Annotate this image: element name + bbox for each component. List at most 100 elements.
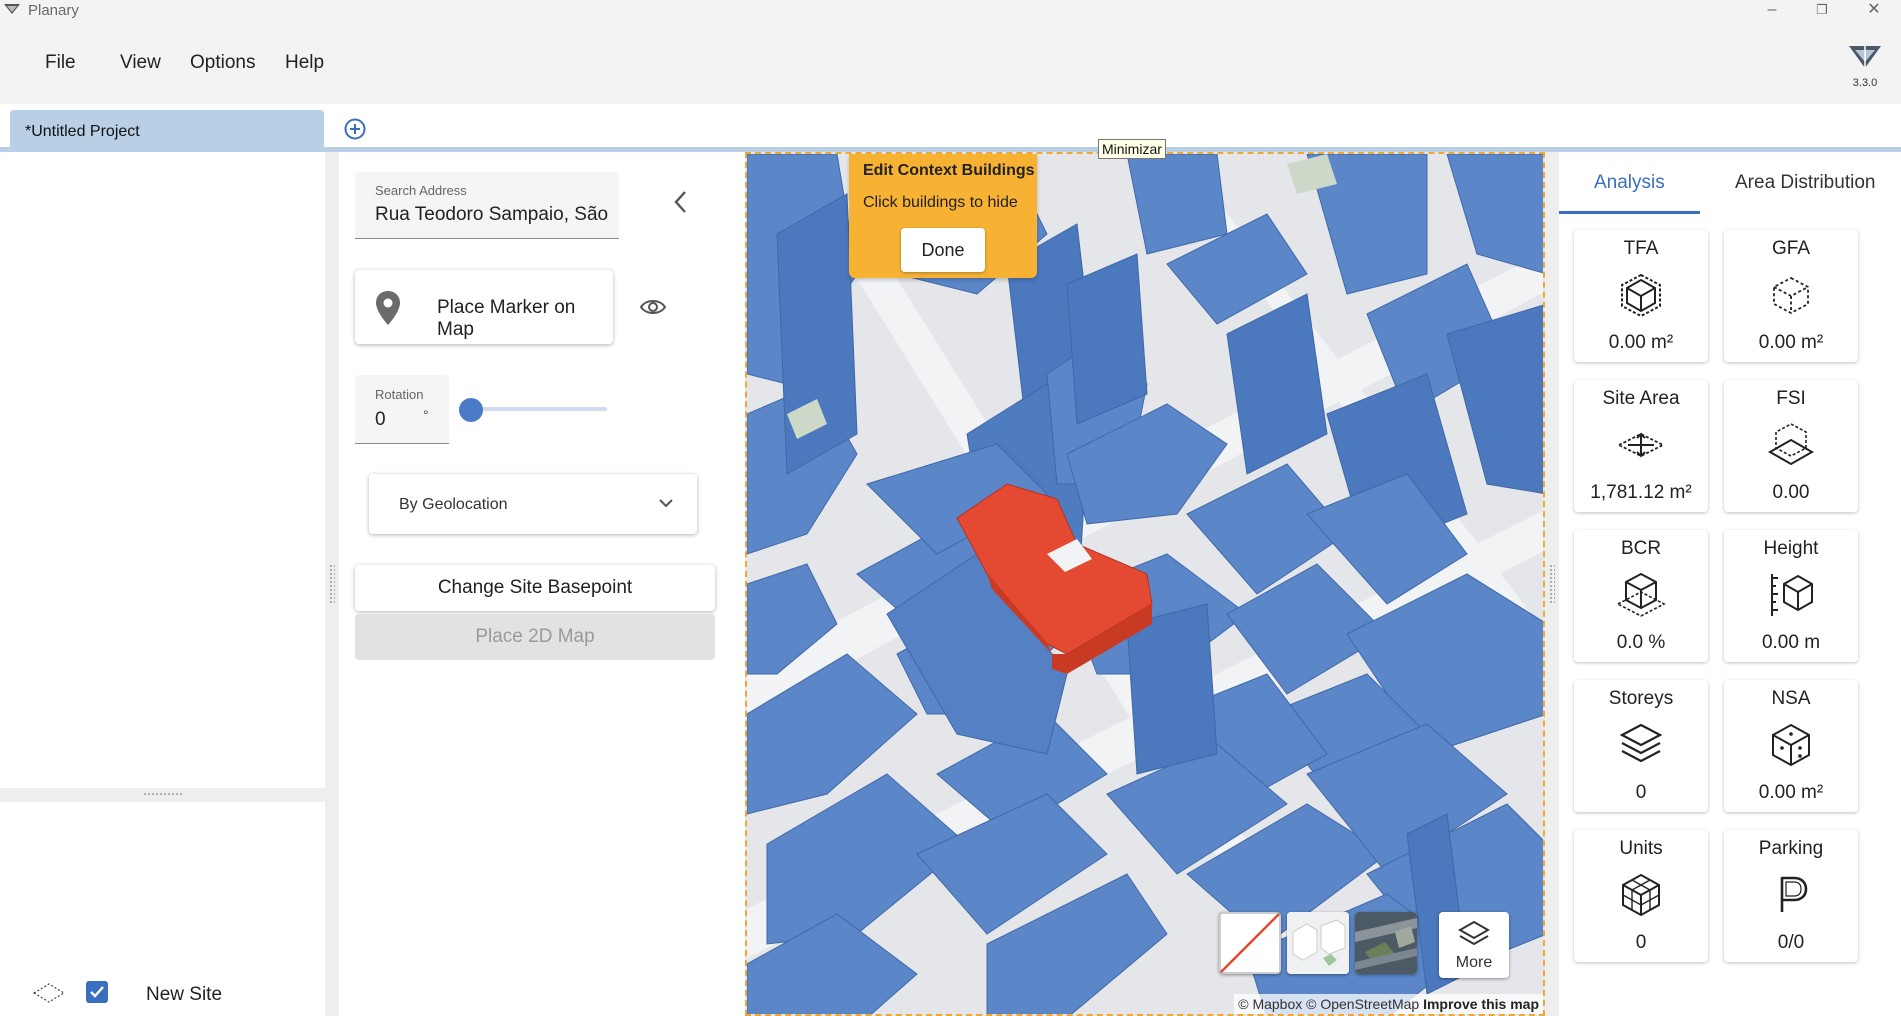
collapse-panel-icon[interactable] bbox=[669, 188, 693, 216]
minimize-button[interactable]: – bbox=[1749, 0, 1795, 22]
layers-icon bbox=[1457, 920, 1491, 946]
rotation-slider-thumb[interactable] bbox=[459, 398, 483, 422]
vertical-splitter-left[interactable] bbox=[325, 152, 339, 1016]
search-address-input[interactable]: Rua Teodoro Sampaio, São bbox=[375, 204, 611, 226]
menu-bar: File View Options Help 3.3.0 bbox=[0, 22, 1901, 104]
done-button[interactable]: Done bbox=[901, 228, 985, 272]
parking-icon bbox=[1780, 876, 1808, 912]
menu-help[interactable]: Help bbox=[285, 52, 324, 74]
place-2d-map-button[interactable]: Place 2D Map bbox=[355, 614, 715, 660]
tab-area-distribution[interactable]: Area Distribution bbox=[1735, 172, 1875, 194]
fsi-cube-icon bbox=[1767, 423, 1815, 466]
menu-options[interactable]: Options bbox=[190, 52, 255, 74]
app-logo-icon bbox=[4, 4, 20, 14]
metric-value: 1,781.12 m² bbox=[1590, 482, 1692, 503]
metric-card-fsi: FSI 0.00 bbox=[1724, 380, 1858, 512]
rotation-slider-track[interactable] bbox=[469, 407, 607, 411]
edit-panel-hint: Click buildings to hide bbox=[863, 194, 1018, 211]
no-layer-icon bbox=[1219, 912, 1281, 974]
version-badge: 3.3.0 bbox=[1847, 42, 1883, 89]
close-button[interactable]: ✕ bbox=[1851, 0, 1897, 22]
map-viewport[interactable]: Edit Context Buildings Click buildings t… bbox=[745, 152, 1545, 1016]
site-controls-panel: Search Address Rua Teodoro Sampaio, São … bbox=[339, 152, 745, 1016]
metric-title: NSA bbox=[1771, 688, 1811, 709]
analysis-panel: Analysis Area Distribution TFA 0.00 m² G… bbox=[1559, 152, 1901, 1016]
bcr-cube-icon bbox=[1616, 572, 1666, 617]
nsa-cube-icon bbox=[1772, 723, 1810, 767]
layer-3d-button[interactable] bbox=[1287, 912, 1349, 974]
tab-bar: *Untitled Project bbox=[0, 104, 1901, 153]
planary-logo-icon bbox=[1849, 46, 1881, 68]
restore-button[interactable]: ❐ bbox=[1799, 0, 1845, 22]
metric-card-units: Units 0 bbox=[1574, 830, 1708, 962]
metric-card-height: Height 0.00 m bbox=[1724, 530, 1858, 662]
tab-analysis[interactable]: Analysis bbox=[1594, 172, 1665, 194]
vertical-splitter-right[interactable] bbox=[1545, 152, 1559, 1016]
metric-title: Height bbox=[1763, 538, 1819, 559]
metric-value: 0.00 m² bbox=[1758, 782, 1824, 803]
change-site-basepoint-button[interactable]: Change Site Basepoint bbox=[355, 565, 715, 611]
attribution-text: © Mapbox © OpenStreetMap bbox=[1238, 996, 1420, 1012]
cube-icon bbox=[1621, 273, 1661, 318]
metric-value: 0.00 m² bbox=[1608, 332, 1674, 353]
rotation-unit: ° bbox=[423, 407, 429, 423]
metric-title: FSI bbox=[1776, 388, 1806, 409]
tab-untitled-project[interactable]: *Untitled Project bbox=[10, 110, 324, 153]
improve-map-link[interactable]: Improve this map bbox=[1423, 996, 1539, 1012]
layer-satellite-button[interactable] bbox=[1355, 912, 1417, 974]
horizontal-splitter[interactable] bbox=[0, 788, 325, 802]
metric-value: 0 bbox=[1635, 782, 1647, 803]
menu-file[interactable]: File bbox=[45, 52, 76, 74]
rotation-input[interactable]: 0 bbox=[375, 409, 386, 431]
edit-context-buildings-panel: Edit Context Buildings Click buildings t… bbox=[849, 154, 1037, 278]
site-label: New Site bbox=[146, 984, 223, 1005]
eye-icon[interactable] bbox=[639, 296, 667, 318]
metric-title: Site Area bbox=[1602, 388, 1680, 409]
place-marker-label: Place Marker on Map bbox=[437, 297, 576, 340]
site-list-item[interactable]: New Site bbox=[0, 972, 325, 1016]
metric-title: BCR bbox=[1620, 538, 1662, 559]
rotation-field[interactable]: Rotation 0 ° bbox=[355, 375, 449, 444]
layer-none-button[interactable] bbox=[1219, 912, 1281, 974]
place-marker-button[interactable]: Place Marker on Map bbox=[355, 270, 613, 344]
splitter-grip-icon bbox=[1549, 564, 1555, 604]
checkmark-icon bbox=[90, 986, 104, 998]
search-address-field[interactable]: Search Address Rua Teodoro Sampaio, São bbox=[355, 172, 619, 239]
metric-value: 0.00 m² bbox=[1758, 332, 1824, 353]
site-tree-panel: New Site bbox=[0, 152, 326, 1016]
site-area-icon bbox=[1616, 432, 1666, 458]
metric-value: 0/0 bbox=[1777, 932, 1805, 953]
splitter-grip-icon bbox=[143, 792, 183, 797]
add-tab-icon[interactable] bbox=[344, 118, 366, 140]
window-title: Planary bbox=[28, 2, 79, 19]
version-label: 3.3.0 bbox=[1852, 77, 1878, 89]
units-grid-icon bbox=[1622, 873, 1660, 917]
menu-view[interactable]: View bbox=[120, 52, 161, 74]
splitter-grip-icon bbox=[329, 564, 335, 604]
more-layers-button[interactable]: More bbox=[1439, 912, 1509, 978]
metric-card-storeys: Storeys 0 bbox=[1574, 680, 1708, 812]
edit-panel-title: Edit Context Buildings bbox=[863, 162, 1035, 179]
site-visibility-checkbox[interactable] bbox=[86, 981, 108, 1003]
height-icon bbox=[1771, 574, 1813, 616]
city-3d-view[interactable] bbox=[747, 154, 1545, 1016]
site-outline-icon bbox=[32, 983, 66, 1003]
metric-title: GFA bbox=[1771, 238, 1810, 259]
buildings-layer-icon bbox=[1287, 912, 1349, 974]
more-layers-label: More bbox=[1455, 954, 1493, 971]
metric-card-gfa: GFA 0.00 m² bbox=[1724, 230, 1858, 362]
metric-card-tfa: TFA 0.00 m² bbox=[1574, 230, 1708, 362]
active-tab-indicator bbox=[1559, 211, 1700, 214]
metric-value: 0.00 bbox=[1772, 482, 1810, 503]
geolocation-select[interactable]: By Geolocation bbox=[369, 474, 697, 534]
chevron-down-icon bbox=[659, 499, 673, 508]
metric-card-site-area: Site Area 1,781.12 m² bbox=[1574, 380, 1708, 512]
metric-title: Parking bbox=[1758, 838, 1824, 859]
tab-label: *Untitled Project bbox=[25, 123, 140, 140]
geolocation-select-value: By Geolocation bbox=[399, 496, 508, 513]
metric-value: 0.0 % bbox=[1616, 632, 1666, 653]
metric-card-bcr: BCR 0.0 % bbox=[1574, 530, 1708, 662]
title-bar: Planary – ❐ ✕ bbox=[0, 0, 1901, 22]
dashed-cube-icon bbox=[1773, 276, 1809, 315]
layers-icon bbox=[1619, 723, 1663, 763]
